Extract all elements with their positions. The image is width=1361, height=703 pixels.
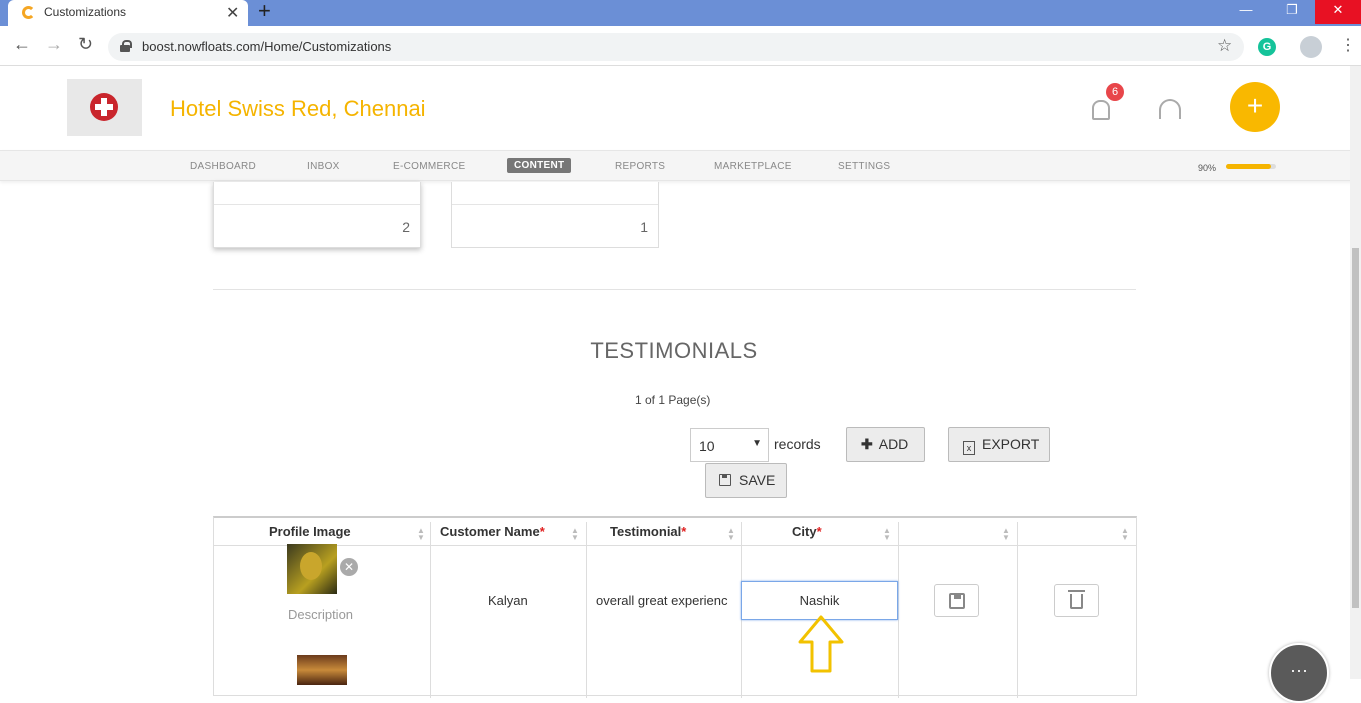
menu-content[interactable]: CONTENT bbox=[507, 158, 572, 173]
minimize-icon[interactable]: — bbox=[1223, 0, 1269, 24]
new-tab-button[interactable]: + bbox=[258, 0, 271, 24]
main-menu: DASHBOARD INBOX E-COMMERCE CONTENT REPOR… bbox=[0, 150, 1361, 181]
caret-down-icon: ▼ bbox=[752, 438, 762, 449]
column-header-city[interactable]: City* bbox=[792, 524, 822, 539]
remove-image-icon[interactable]: ✕ bbox=[340, 558, 358, 576]
card-count: 2 bbox=[402, 219, 410, 235]
column-header-customer-name[interactable]: Customer Name* bbox=[440, 524, 545, 539]
plus-icon[interactable]: + bbox=[1230, 82, 1280, 132]
card-count: 1 bbox=[640, 219, 648, 235]
headset-icon[interactable] bbox=[1159, 99, 1181, 119]
hotel-name: Hotel Swiss Red, Chennai bbox=[170, 96, 426, 121]
browser-tab[interactable]: Customizations ✕ bbox=[8, 0, 248, 26]
profile-progress-label: 90% bbox=[1198, 163, 1217, 173]
records-label: records bbox=[774, 436, 821, 452]
stat-card[interactable]: 2 bbox=[213, 182, 421, 248]
bell-icon[interactable] bbox=[1090, 98, 1110, 120]
sort-icon[interactable]: ▲ ▼ bbox=[1002, 527, 1010, 542]
column-header-testimonial[interactable]: Testimonial* bbox=[610, 524, 686, 539]
url-field[interactable]: boost.nowfloats.com/Home/Customizations … bbox=[108, 33, 1244, 61]
arrow-up-icon bbox=[798, 615, 844, 673]
browser-menu-icon[interactable]: ⋮ bbox=[1340, 35, 1356, 55]
profile-image bbox=[297, 655, 347, 685]
restore-icon[interactable]: ❐ bbox=[1269, 0, 1315, 24]
column-header-profile-image[interactable]: Profile Image bbox=[269, 524, 351, 539]
window-close-icon[interactable]: ✕ bbox=[1315, 0, 1361, 24]
swiss-cross-icon bbox=[90, 93, 118, 121]
sort-icon[interactable]: ▲ ▼ bbox=[571, 527, 579, 542]
reload-icon[interactable]: ↻ bbox=[78, 34, 93, 55]
customer-name-cell[interactable]: Kalyan bbox=[488, 593, 528, 608]
profile-progress-bar bbox=[1226, 164, 1276, 169]
menu-dashboard[interactable]: DASHBOARD bbox=[190, 161, 256, 172]
stat-card[interactable]: 1 bbox=[451, 182, 659, 248]
save-icon bbox=[949, 593, 965, 609]
menu-ecommerce[interactable]: E-COMMERCE bbox=[393, 161, 465, 172]
tab-title: Customizations bbox=[44, 5, 127, 19]
close-tab-icon[interactable]: ✕ bbox=[226, 3, 239, 23]
menu-reports[interactable]: REPORTS bbox=[615, 161, 665, 172]
page-scrollbar[interactable] bbox=[1350, 66, 1361, 679]
save-icon bbox=[719, 474, 731, 486]
sort-icon[interactable]: ▲ ▼ bbox=[883, 527, 891, 542]
records-per-page-select[interactable]: 10 ▼ bbox=[690, 428, 769, 462]
menu-settings[interactable]: SETTINGS bbox=[838, 161, 890, 172]
sort-icon[interactable]: ▲ ▼ bbox=[417, 527, 425, 542]
sort-icon[interactable]: ▲ ▼ bbox=[1121, 527, 1129, 542]
excel-icon: x bbox=[963, 441, 975, 455]
profile-image bbox=[287, 544, 337, 594]
scrollbar-thumb[interactable] bbox=[1352, 248, 1359, 608]
testimonials-table: Profile Image ▲ ▼ Customer Name* ▲ ▼ Testi… bbox=[213, 516, 1137, 698]
menu-inbox[interactable]: INBOX bbox=[307, 161, 340, 172]
app-header: Hotel Swiss Red, Chennai 6 + bbox=[0, 66, 1361, 150]
section-title: TESTIMONIALS bbox=[590, 338, 758, 363]
image-description[interactable]: Description bbox=[288, 607, 353, 622]
pager-info: 1 of 1 Page(s) bbox=[635, 393, 711, 407]
lock-icon bbox=[120, 40, 132, 52]
plus-icon: ✚ bbox=[861, 436, 873, 452]
browser-tab-bar: Customizations ✕ + — ❐ ✕ bbox=[0, 0, 1361, 26]
testimonial-cell[interactable]: overall great experienc bbox=[596, 593, 732, 608]
add-button[interactable]: ✚ ADD bbox=[846, 427, 925, 462]
chat-icon[interactable]: ··· bbox=[1269, 643, 1329, 703]
delete-row-button[interactable] bbox=[1054, 584, 1099, 617]
profile-avatar[interactable] bbox=[1300, 36, 1322, 58]
back-icon[interactable]: ← bbox=[13, 34, 31, 55]
notification-badge: 6 bbox=[1106, 83, 1124, 101]
hotel-logo[interactable] bbox=[67, 79, 142, 136]
sort-icon[interactable]: ▲ ▼ bbox=[727, 527, 735, 542]
section-divider bbox=[213, 289, 1136, 290]
save-button[interactable]: SAVE bbox=[705, 463, 787, 498]
profile-progress-fill bbox=[1226, 164, 1271, 169]
favicon-icon bbox=[22, 6, 35, 19]
menu-marketplace[interactable]: MARKETPLACE bbox=[714, 161, 792, 172]
save-row-button[interactable] bbox=[934, 584, 979, 617]
star-icon[interactable]: ☆ bbox=[1217, 36, 1232, 56]
address-bar: ← → ↻ boost.nowfloats.com/Home/Customiza… bbox=[0, 26, 1361, 66]
forward-icon[interactable]: → bbox=[45, 34, 63, 55]
grammarly-icon[interactable]: G bbox=[1258, 38, 1276, 56]
export-button[interactable]: x EXPORT bbox=[948, 427, 1050, 462]
trash-icon bbox=[1068, 590, 1085, 609]
url-text: boost.nowfloats.com/Home/Customizations bbox=[142, 39, 392, 54]
